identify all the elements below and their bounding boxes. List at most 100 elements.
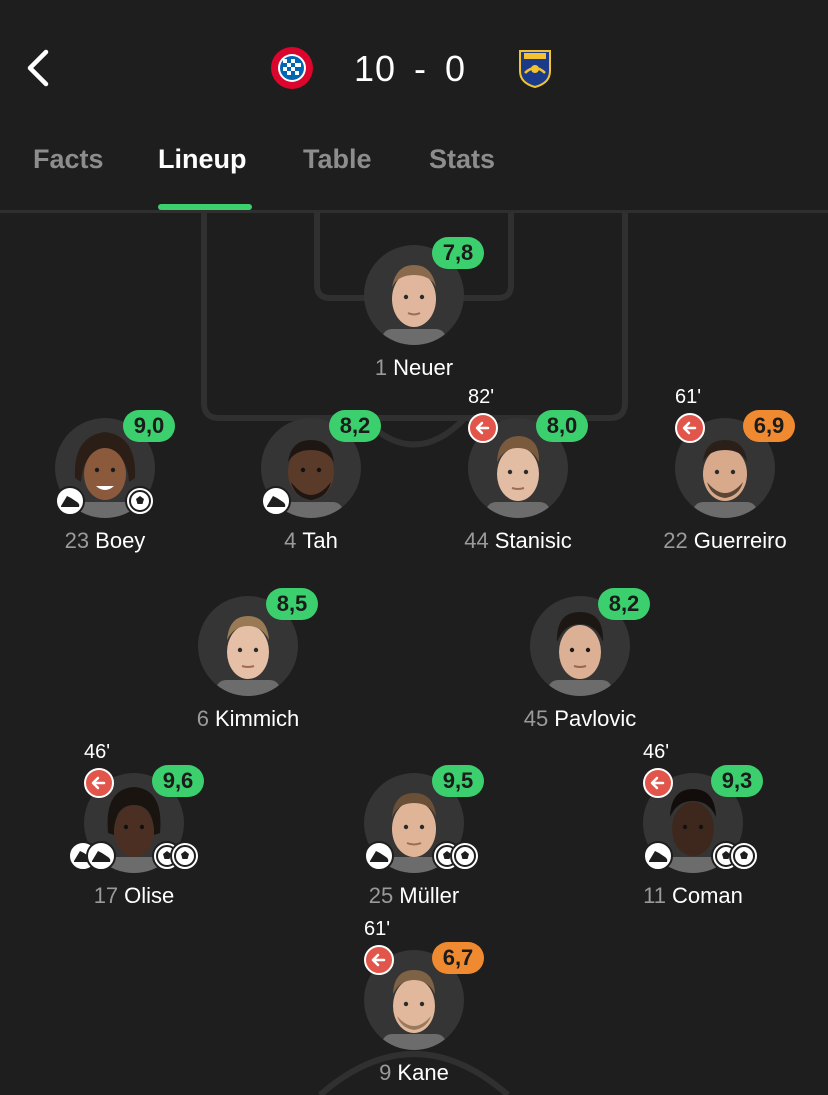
player-rating: 6,9 [743,410,795,442]
tab-stats[interactable]: Stats [429,144,495,175]
ball-icon [454,845,476,867]
assist-badge [261,486,291,516]
assist-badge [643,841,673,871]
player-name-text: Stanisic [494,528,572,553]
substitution-minute: 82' [468,386,495,408]
player-rating: 8,5 [266,588,318,620]
match-score: 10 - 0 [330,44,490,94]
player-rating: 8,2 [329,410,381,442]
boot-icon [61,496,80,507]
ball-icon [174,845,196,867]
player-number: 4 [284,528,297,553]
substitution-minute: 46' [643,741,670,763]
substitution-minute: 61' [675,386,702,408]
ball-icon [733,845,755,867]
chevron-left-icon [27,49,49,87]
lineup-pitch: 7,8 1 Neuer 9,0 23 Boey 8,2 4 Tah 82' 8,… [0,213,828,1095]
player-rating: 9,6 [152,765,204,797]
away-score: 0 [445,48,467,89]
player-name-text: Boey [95,528,146,553]
assist-badge [364,841,394,871]
player-number: 17 [93,883,119,908]
home-team-crest[interactable] [270,46,314,90]
player-name: 25 Müller [274,883,554,909]
player-rating: 8,2 [598,588,650,620]
subbed-out-indicator [468,413,498,443]
player-card-kane[interactable]: 61' 6,7 9 Kane [314,918,514,1090]
player-number: 44 [464,528,489,553]
player-rating: 7,8 [432,237,484,269]
assist-badge-second [86,841,116,871]
player-rating: 8,0 [536,410,588,442]
player-number: 11 [643,883,666,908]
ball-icon [129,490,151,512]
player-rating: 6,7 [432,942,484,974]
subbed-out-indicator [364,945,394,975]
tab-table[interactable]: Table [303,144,372,175]
player-rating: 9,3 [711,765,763,797]
player-name-text: Müller [399,883,460,908]
tab-lineup[interactable]: Lineup [158,144,247,175]
player-name: 1 Neuer [274,355,554,381]
subbed-out-indicator [675,413,705,443]
player-number: 6 [196,706,209,731]
arrow-left-icon [371,953,386,967]
player-name-text: Guerreiro [693,528,787,553]
player-card-pavlovic[interactable]: 8,2 45 Pavlovic [480,566,680,736]
player-card-kimmich[interactable]: 8,5 6 Kimmich [148,566,348,736]
goal-badge-second [170,841,200,871]
boot-icon [370,851,389,862]
boot-icon [267,496,286,507]
tab-facts[interactable]: Facts [33,144,104,175]
player-card-neuer[interactable]: 7,8 1 Neuer [314,215,514,385]
back-button[interactable] [22,46,58,90]
tab-bar: Facts Lineup Table Stats [0,130,828,212]
header-divider [0,210,828,213]
player-number: 23 [64,528,90,553]
boot-icon [92,851,111,862]
match-header: 10 - 0 Facts Lineup Table Stats [0,0,828,213]
subbed-out-indicator [643,768,673,798]
player-name-text: Olise [124,883,175,908]
player-name-text: Tah [302,528,338,553]
player-name: 6 Kimmich [108,706,388,732]
player-name-text: Kane [397,1060,449,1085]
player-name-text: Kimmich [214,706,300,731]
player-card-muller[interactable]: 9,5 25 Müller [314,743,514,913]
player-number: 45 [523,706,549,731]
player-card-coman[interactable]: 46' 9,3 11 Coman [593,741,793,913]
score-separator: - [414,48,427,89]
player-name: 45 Pavlovic [440,706,720,732]
player-name-text: Neuer [393,355,454,380]
home-score: 10 [353,48,396,89]
substitution-minute: 61' [364,918,391,940]
player-number: 1 [374,355,388,380]
player-rating: 9,0 [123,410,175,442]
player-card-guerreiro[interactable]: 61' 6,9 22 Guerreiro [625,386,825,558]
substitution-minute: 46' [84,741,111,763]
assist-badge [55,486,85,516]
player-number: 22 [663,528,688,553]
goal-badge-second [729,841,759,871]
player-card-olise[interactable]: 46' 9,6 17 Olise [34,741,234,913]
player-name: 22 Guerreiro [585,528,828,554]
goal-badge [125,486,155,516]
fc-bayern-crest-icon [271,47,313,89]
away-team-crest[interactable] [516,47,554,89]
player-name-text: Coman [671,883,743,908]
player-name: 11 Coman [553,883,828,909]
goal-badge-second [450,841,480,871]
player-number: 9 [379,1060,392,1085]
arrow-left-icon [475,421,490,435]
arrow-left-icon [682,421,697,435]
arrow-left-icon [91,776,106,790]
player-rating: 9,5 [432,765,484,797]
player-name: 17 Olise [0,883,274,909]
player-name: 9 Kane [274,1060,554,1086]
boot-icon [649,851,668,862]
opponent-crest-icon [519,50,551,89]
subbed-out-indicator [84,768,114,798]
player-number: 25 [368,883,394,908]
arrow-left-icon [650,776,665,790]
player-name-text: Pavlovic [554,706,637,731]
